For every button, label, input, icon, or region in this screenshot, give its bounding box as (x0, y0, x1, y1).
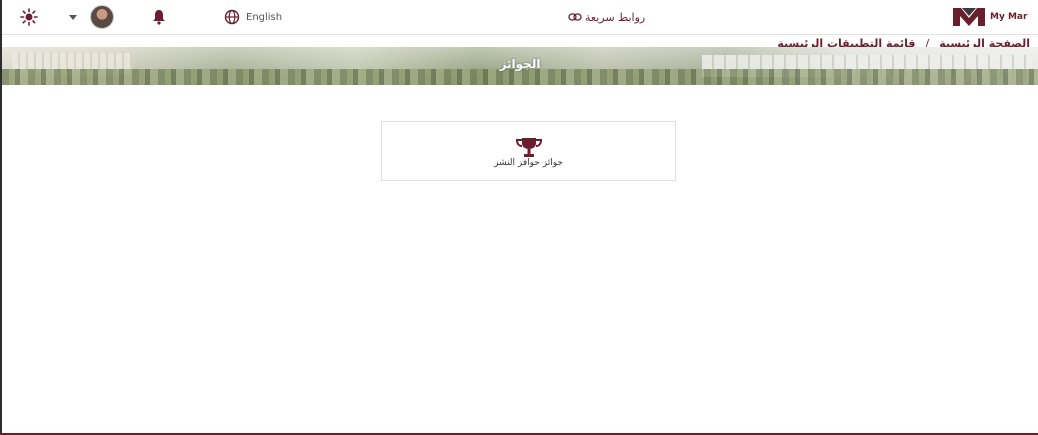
banner-trees (2, 69, 1038, 85)
language-label: English (246, 11, 283, 23)
app-card-publication-awards[interactable]: جوائز حوافز النشر (381, 121, 676, 181)
sun-icon (20, 8, 38, 26)
quick-links-button[interactable]: روابط سريعة (568, 0, 645, 34)
quick-links-label: روابط سريعة (585, 10, 646, 24)
page-banner: الجوائز (2, 47, 1038, 85)
avatar (90, 5, 114, 29)
chevron-down-icon (69, 15, 77, 20)
notifications-button[interactable] (152, 0, 166, 34)
user-avatar-button[interactable] (90, 0, 114, 34)
app-card-label: جوائز حوافز النشر (494, 158, 563, 168)
logo-mark (953, 8, 985, 26)
logo-text: My Mar (990, 12, 1028, 22)
trophy-icon (515, 138, 543, 157)
top-navbar: English روابط سريعة My Mar (2, 0, 1038, 35)
logo-link[interactable]: My Mar (952, 0, 1027, 34)
globe-icon (224, 9, 240, 25)
language-switch[interactable]: English (224, 0, 282, 34)
user-menu-toggle[interactable] (68, 0, 78, 34)
theme-toggle[interactable] (20, 0, 38, 34)
link-icon (568, 13, 582, 21)
page-title: الجوائز (499, 57, 541, 71)
bell-icon (153, 10, 165, 25)
